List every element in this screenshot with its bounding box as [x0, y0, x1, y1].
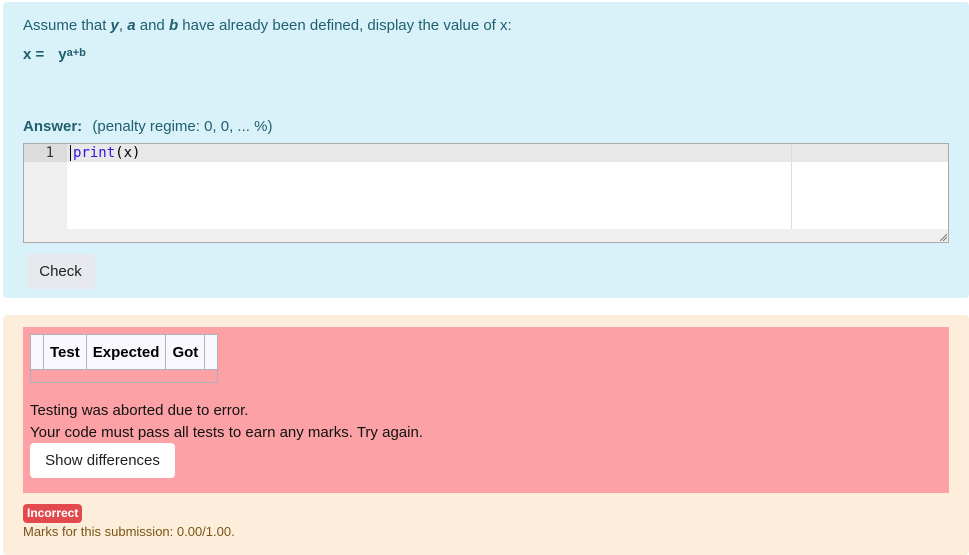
test-results-feedback: Test Expected Got Testing was aborted du…: [23, 327, 949, 493]
formula-rhs: ya+b: [58, 46, 86, 63]
code-keyword: print: [73, 145, 116, 161]
empty-cell: [29, 369, 219, 383]
answer-label: Answer: (penalty regime: 0, 0, ... %): [23, 118, 272, 135]
editor-content-area[interactable]: [67, 162, 948, 229]
formula: x = ya+b: [23, 46, 86, 63]
formula-lhs: x =: [23, 46, 45, 63]
outcome-panel: Test Expected Got Testing was aborted du…: [3, 315, 969, 555]
formula-exponent: a+b: [66, 47, 86, 59]
status-badge: Incorrect: [23, 504, 83, 523]
code-line[interactable]: print(x): [70, 145, 140, 161]
code-args: (x): [115, 145, 141, 161]
answer-heading: Answer:: [23, 118, 83, 135]
results-header-row: Test Expected Got: [30, 334, 219, 370]
line-number: 1: [45, 145, 54, 161]
header-expected: Expected: [85, 334, 167, 370]
prompt-text: have already been defined, display the v…: [178, 17, 512, 34]
prompt-text: and: [135, 17, 169, 34]
pass-all-message: Your code must pass all tests to earn an…: [30, 424, 423, 441]
submission-marks: Marks for this submission: 0.00/1.00.: [23, 524, 235, 539]
header-test: Test: [43, 334, 87, 370]
show-differences-button[interactable]: Show differences: [30, 443, 175, 478]
prompt-text: ,: [118, 17, 128, 34]
var-y: y: [110, 17, 119, 34]
active-line-highlight: [24, 144, 948, 162]
results-table: Test Expected Got: [29, 334, 219, 383]
var-b: b: [168, 17, 179, 34]
check-button[interactable]: Check: [26, 254, 95, 289]
header-blank: [204, 334, 219, 370]
question-prompt: Assume that y, a and b have already been…: [23, 17, 512, 34]
formula-base: y: [58, 46, 67, 63]
code-editor[interactable]: 1 print(x): [23, 143, 949, 243]
results-empty-row: [29, 369, 219, 383]
abort-message: Testing was aborted due to error.: [30, 402, 249, 419]
header-got: Got: [165, 334, 206, 370]
resize-handle-icon[interactable]: [939, 233, 947, 241]
var-a: a: [127, 17, 136, 34]
header-blank: [30, 334, 44, 370]
print-margin: [791, 144, 792, 229]
question-formulation: Assume that y, a and b have already been…: [3, 2, 969, 298]
penalty-regime: (penalty regime: 0, 0, ... %): [92, 118, 273, 135]
prompt-text: Assume that: [23, 17, 111, 34]
